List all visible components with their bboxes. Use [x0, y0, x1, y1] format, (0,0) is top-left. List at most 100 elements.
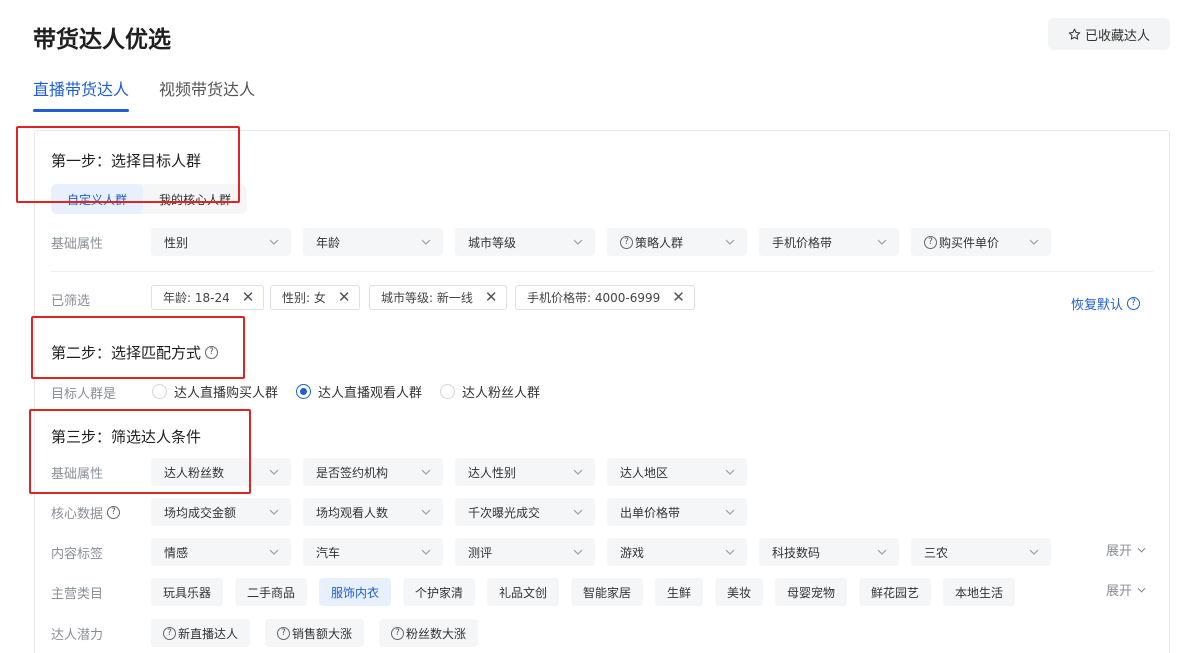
filter-chip: 城市等级: 新一线 ✕ — [369, 285, 508, 310]
close-icon[interactable]: ✕ — [338, 290, 351, 305]
question-circle-icon: ? — [1127, 297, 1141, 310]
radio-label: 达人直播观看人群 — [318, 386, 423, 401]
match-option-radio[interactable]: 达人直播观看人群 — [296, 382, 422, 401]
chevron-down-icon — [1137, 587, 1146, 593]
creator-attr-select[interactable]: 达人地区 — [607, 458, 747, 486]
step3-title: 第三步：筛选达人条件 — [51, 428, 202, 446]
category-tag[interactable]: 玩具乐器 — [151, 578, 224, 606]
content-tag-select[interactable]: 科技数码 — [759, 538, 899, 566]
select-label: 场均观看人数 — [316, 505, 389, 520]
audience-filter-select[interactable]: 年龄 — [303, 228, 443, 256]
category-tag[interactable]: 服饰内衣 — [319, 578, 392, 606]
category-tag[interactable]: 个护家清 — [403, 578, 476, 606]
select-label: 汽车 — [316, 545, 341, 560]
question-circle-icon: ? — [391, 626, 404, 640]
radio-label: 达人粉丝人群 — [462, 386, 541, 401]
chevron-down-icon — [269, 469, 279, 475]
step1-title: 第一步：选择目标人群 — [51, 152, 202, 170]
star-outline-icon — [1068, 28, 1081, 40]
match-method-radio-group: 达人直播购买人群 达人直播观看人群 达人粉丝人群 — [152, 382, 540, 401]
question-circle-icon[interactable]: ? — [205, 346, 219, 359]
chevron-down-icon — [269, 239, 279, 245]
category-tag[interactable]: 生鲜 — [655, 578, 704, 606]
match-option-radio[interactable]: 达人粉丝人群 — [440, 382, 540, 401]
select-label: 千次曝光成交 — [468, 505, 541, 520]
close-icon[interactable]: ✕ — [242, 290, 255, 305]
tab-video-creators[interactable]: 视频带货达人 — [159, 76, 255, 112]
select-label: 测评 — [468, 545, 493, 560]
core-data-select[interactable]: 千次曝光成交 — [455, 498, 595, 526]
chevron-down-icon — [573, 239, 583, 245]
creator-basic-label: 基础属性 — [51, 467, 104, 482]
tab-live-creators[interactable]: 直播带货达人 — [33, 76, 130, 112]
category-tag[interactable]: 二手商品 — [235, 578, 308, 606]
chevron-down-icon — [725, 509, 735, 515]
category-tag[interactable]: 智能家居 — [571, 578, 644, 606]
category-tag[interactable]: 礼品文创 — [487, 578, 560, 606]
content-tag-select[interactable]: 测评 — [455, 538, 595, 566]
chevron-down-icon — [725, 239, 735, 245]
filtered-label: 已筛选 — [51, 294, 91, 309]
potential-tag[interactable]: ? 新直播达人 — [151, 619, 251, 647]
chevron-down-icon — [421, 509, 431, 515]
category-tag[interactable]: 美妆 — [715, 578, 764, 606]
audience-filter-select[interactable]: 性别 — [151, 228, 291, 256]
segment-custom-audience[interactable]: 自定义人群 — [51, 184, 144, 214]
select-label: 性别 — [164, 235, 189, 250]
select-label: 是否签约机构 — [316, 465, 389, 480]
audience-filter-select[interactable]: 城市等级 — [455, 228, 595, 256]
potential-tag[interactable]: ? 粉丝数大涨 — [379, 619, 479, 647]
category-tag[interactable]: 鲜花园艺 — [859, 578, 932, 606]
select-label: 出单价格带 — [620, 505, 681, 520]
select-label: 场均成交金额 — [164, 505, 237, 520]
content-tag-select[interactable]: 三农 — [911, 538, 1051, 566]
filter-chip: 手机价格带: 4000-6999 ✕ — [515, 285, 695, 310]
favorited-creators-button[interactable]: 已收藏达人 — [1048, 18, 1170, 50]
select-label: 游戏 — [620, 545, 645, 560]
audience-filter-select[interactable]: 手机价格带 — [759, 228, 899, 256]
core-data-select[interactable]: 场均成交金额 — [151, 498, 291, 526]
audience-filter-select[interactable]: ? 购买件单价 — [911, 228, 1051, 256]
question-circle-icon[interactable]: ? — [107, 506, 121, 519]
chevron-down-icon — [269, 549, 279, 555]
chevron-down-icon — [573, 549, 583, 555]
core-data-select[interactable]: 出单价格带 — [607, 498, 747, 526]
expand-content-tags-button[interactable]: 展开 — [1106, 540, 1146, 559]
close-icon[interactable]: ✕ — [672, 290, 685, 305]
creator-attr-select[interactable]: 达人粉丝数 — [151, 458, 291, 486]
segment-core-audience[interactable]: 我的核心人群 — [143, 184, 247, 214]
content-tag-select[interactable]: 游戏 — [607, 538, 747, 566]
radio-dot — [152, 384, 167, 399]
select-label: 城市等级 — [468, 235, 517, 250]
match-option-radio[interactable]: 达人直播购买人群 — [152, 382, 278, 401]
divider — [51, 271, 1153, 272]
potential-tag[interactable]: ? 销售额大涨 — [265, 619, 365, 647]
favorite-label: 已收藏达人 — [1084, 27, 1150, 43]
question-circle-icon: ? — [924, 235, 937, 249]
category-tag[interactable]: 本地生活 — [943, 578, 1016, 606]
creator-attr-select[interactable]: 是否签约机构 — [303, 458, 443, 486]
select-label: 达人地区 — [620, 465, 669, 480]
content-tag-select[interactable]: 情感 — [151, 538, 291, 566]
expand-categories-button[interactable]: 展开 — [1106, 580, 1146, 599]
select-label: 年龄 — [316, 235, 341, 250]
tabs: 直播带货达人 视频带货达人 — [33, 76, 255, 112]
core-data-select[interactable]: 场均观看人数 — [303, 498, 443, 526]
select-label: 三农 — [924, 545, 949, 560]
select-label: 达人性别 — [468, 465, 517, 480]
select-label: 手机价格带 — [772, 235, 833, 250]
question-circle-icon: ? — [277, 626, 290, 640]
content-tag-select[interactable]: 汽车 — [303, 538, 443, 566]
audience-filter-select[interactable]: ? 策略人群 — [607, 228, 747, 256]
radio-dot — [440, 384, 456, 399]
chevron-down-icon — [1029, 549, 1039, 555]
question-circle-icon: ? — [620, 235, 633, 249]
main-category-label: 主营类目 — [51, 587, 104, 602]
filter-chip-label: 城市等级: 新一线 — [381, 291, 473, 305]
restore-default-button[interactable]: 恢复默认 ? — [1071, 294, 1141, 313]
close-icon[interactable]: ✕ — [485, 290, 498, 305]
chevron-down-icon — [573, 469, 583, 475]
chevron-down-icon — [573, 509, 583, 515]
category-tag[interactable]: 母婴宠物 — [775, 578, 848, 606]
creator-attr-select[interactable]: 达人性别 — [455, 458, 595, 486]
